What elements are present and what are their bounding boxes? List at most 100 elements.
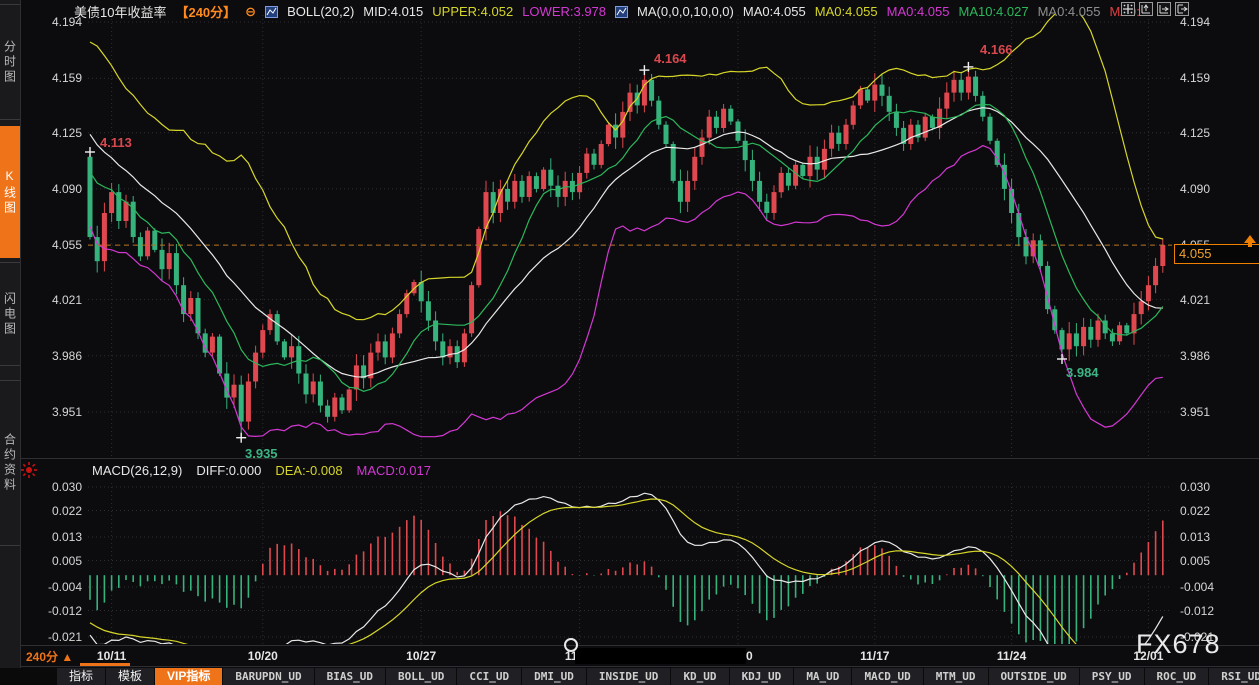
price-extreme-annotation: 4.166	[980, 42, 1013, 57]
axis-separator	[20, 645, 1259, 646]
indicator-tab[interactable]: INSIDE_UD	[587, 668, 672, 685]
indicator-tab[interactable]: 指标	[57, 668, 106, 685]
price-axis-label-left: 4.090	[20, 182, 82, 196]
price-axis-label-left: 4.021	[20, 293, 82, 307]
crosshair-move-icon[interactable]	[1121, 2, 1135, 16]
price-extreme-annotation: 4.164	[654, 51, 687, 66]
price-chart-canvas[interactable]	[0, 0, 1259, 685]
macd-macd-value: MACD:0.017	[357, 463, 431, 478]
ma-value-chip: MA0:4.055	[815, 4, 878, 19]
price-axis-label-right: 4.159	[1180, 71, 1250, 85]
collapse-indicator-icon[interactable]: ⊖	[245, 4, 256, 20]
price-axis-label-right: 4.090	[1180, 182, 1250, 196]
mouse-cursor	[564, 638, 578, 652]
price-extreme-annotation: 3.984	[1066, 365, 1099, 380]
indicator-tab[interactable]: PSY_UD	[1080, 668, 1145, 685]
date-axis-label: 11/24	[982, 649, 1042, 663]
ma-value-chip: MA0:4.055	[1038, 4, 1101, 19]
boll-upper-value: UPPER:4.052	[432, 4, 513, 19]
indicator-tab[interactable]: RSI_UD	[1209, 668, 1259, 685]
period-dropdown-arrow-icon: ▲	[61, 650, 73, 664]
period-selector[interactable]: 240分 ▲	[26, 648, 73, 665]
macd-axis-label-right: 0.005	[1180, 554, 1250, 568]
ma-value-chip: MA0:4.055	[887, 4, 950, 19]
price-axis-label-left: 4.125	[20, 126, 82, 140]
sidebar-item-3[interactable]: 闪电图	[0, 262, 20, 366]
macd-axis-label-left: -0.012	[20, 604, 82, 618]
export-chart-icon[interactable]	[1175, 2, 1189, 16]
macd-axis-label-left: -0.021	[20, 630, 82, 644]
price-axis-label-left: 4.159	[20, 71, 82, 85]
price-axis-label-right: 3.986	[1180, 349, 1250, 363]
axis-zoom-up-icon[interactable]	[1139, 2, 1153, 16]
sidebar-item-label: 分时图	[2, 40, 19, 85]
sidebar-item-1[interactable]: 分时图	[0, 4, 20, 120]
price-axis-label-right: 4.125	[1180, 126, 1250, 140]
indicator-tab[interactable]: VIP指标	[155, 668, 223, 685]
indicator-tab[interactable]: MACD_UD	[852, 668, 923, 685]
price-axis-label-left: 3.986	[20, 349, 82, 363]
axis-zoom-right-icon[interactable]	[1157, 2, 1171, 16]
price-extreme-annotation: 3.935	[245, 446, 278, 461]
panel-separator	[20, 458, 1259, 459]
boll-lower-value: LOWER:3.978	[522, 4, 606, 19]
macd-axis-label-right: 0.030	[1180, 480, 1250, 494]
date-active-underline	[80, 663, 130, 666]
chart-window-controls	[1121, 2, 1189, 16]
tabbar-separator	[20, 666, 1259, 667]
indicator-tab[interactable]: 模板	[106, 668, 155, 685]
macd-params-label: MACD(26,12,9)	[92, 463, 182, 478]
indicator-tab[interactable]: KD_UD	[671, 668, 729, 685]
macd-axis-label-right: 0.013	[1180, 530, 1250, 544]
price-extreme-annotation: 4.113	[100, 135, 132, 150]
ma-params-label: MA(0,0,0,10,0,0)	[637, 4, 734, 19]
date-axis-label: 10/20	[233, 649, 293, 663]
ma-value-chip: MA10:4.027	[958, 4, 1028, 19]
date-axis-label: 10/27	[391, 649, 451, 663]
chart-title: 美债10年收益率	[74, 2, 166, 21]
macd-axis-label-right: -0.004	[1180, 580, 1250, 594]
indicator-tab[interactable]: BARUPDN_UD	[223, 668, 314, 685]
price-alert-arrow-icon[interactable]	[1242, 234, 1258, 248]
indicator-tab[interactable]: OUTSIDE_UD	[989, 668, 1080, 685]
period-tag: 【240分】	[175, 2, 236, 21]
sidebar-item-label: 闪电图	[2, 292, 19, 337]
indicator-tab[interactable]: MTM_UD	[924, 668, 989, 685]
macd-axis-label-left: 0.022	[20, 504, 82, 518]
indicator-tab[interactable]: BIAS_UD	[315, 668, 386, 685]
macd-axis-label-left: -0.004	[20, 580, 82, 594]
brand-watermark: FX678	[1136, 629, 1221, 660]
macd-diff-value: DIFF:0.000	[196, 463, 261, 478]
indicator-tab[interactable]: CCI_UD	[457, 668, 522, 685]
ma-values: MA0:4.055 MA0:4.055 MA0:4.055 MA10:4.027 MA0…	[743, 4, 1140, 19]
indicator-tab[interactable]: KDJ_UD	[730, 668, 795, 685]
macd-axis-label-right: 0.022	[1180, 504, 1250, 518]
price-axis-label-right: 4.194	[1180, 15, 1250, 29]
view-mode-sidebar: 分时图 K线图闪电图合约资料	[0, 0, 21, 685]
macd-axis-label-right: -0.012	[1180, 604, 1250, 618]
macd-dea-value: DEA:-0.008	[275, 463, 342, 478]
period-text: 240分	[26, 650, 58, 664]
indicator-tab[interactable]: DMI_UD	[522, 668, 587, 685]
indicator-tab[interactable]: ROC_UD	[1145, 668, 1210, 685]
price-axis-label-right: 3.951	[1180, 405, 1250, 419]
indicator-tab[interactable]: BOLL_UD	[386, 668, 457, 685]
boll-label: BOLL(20,2)	[287, 4, 354, 19]
indicator-tab[interactable]: MA_UD	[794, 668, 852, 685]
sidebar-item-4[interactable]: 合约资料	[0, 380, 20, 546]
boll-mid-value: MID:4.015	[363, 4, 423, 19]
price-axis-label-left: 4.194	[20, 15, 82, 29]
date-axis-label: 10/11	[82, 649, 142, 663]
sidebar-item-label: 合约资料	[2, 433, 19, 493]
date-axis-label: 11/17	[845, 649, 905, 663]
price-axis-label-left: 4.055	[20, 238, 82, 252]
boll-mini-chart-icon[interactable]	[265, 6, 278, 18]
macd-axis-label-left: 0.030	[20, 480, 82, 494]
macd-header: MACD(26,12,9) DIFF:0.000 DEA:-0.008 MACD…	[92, 463, 431, 478]
macd-axis-label-left: 0.005	[20, 554, 82, 568]
ma-mini-chart-icon[interactable]	[615, 6, 628, 18]
sidebar-item-label: K线图	[2, 169, 19, 216]
sidebar-item-2[interactable]: K线图	[0, 126, 20, 258]
date-axis-overlay-box	[575, 648, 746, 664]
ma-value-chip: MA0:4.055	[743, 4, 806, 19]
